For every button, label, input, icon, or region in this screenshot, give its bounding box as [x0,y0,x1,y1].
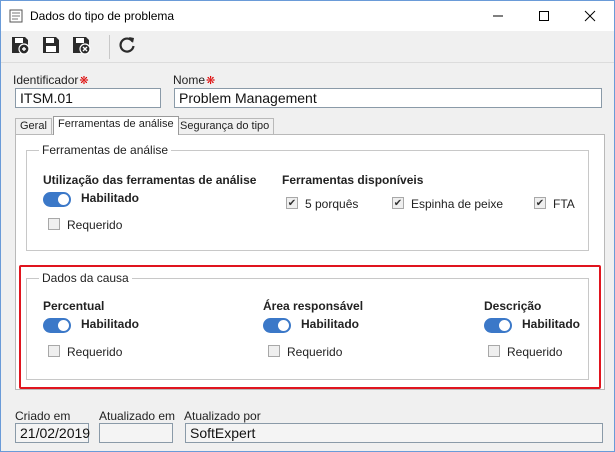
toolbar-separator [109,35,110,59]
minimize-button[interactable] [475,1,521,31]
tool-5-porques-label: 5 porquês [305,197,359,211]
tab-ferramentas-de-analise[interactable]: Ferramentas de análise [53,116,179,135]
identifier-input[interactable]: ITSM.01 [15,88,161,108]
tool-espinha-de-peixe-label: Espinha de peixe [411,197,504,211]
analysis-tools-usage-toggle-label: Habilitado [81,191,140,205]
available-tools-label: Ferramentas disponíveis [282,173,424,187]
created-label: Criado em [15,409,71,423]
updated-value [99,423,173,443]
analysis-tools-usage-toggle[interactable] [43,192,71,207]
dialog-window: Dados do tipo de problema Identificador❋… [0,0,615,452]
tool-fta-checkbox[interactable]: ✔ [534,197,546,209]
analysis-tools-group-title: Ferramentas de análise [39,143,172,157]
tool-espinha-de-peixe-checkbox[interactable]: ✔ [392,197,404,209]
save-and-new-button[interactable] [39,34,63,58]
analysis-tools-usage-label: Utilização das ferramentas de análise [43,173,257,187]
refresh-button[interactable] [115,34,139,58]
tab-geral[interactable]: Geral [15,118,52,135]
window-title: Dados do tipo de problema [30,9,175,23]
close-button[interactable] [567,1,613,31]
maximize-button[interactable] [521,1,567,31]
tab-seguranca-do-tipo[interactable]: Segurança do tipo [175,118,275,135]
analysis-tools-required-checkbox[interactable] [48,218,60,230]
created-value: 21/02/2019 [15,423,90,443]
app-icon [9,9,23,23]
toolbar [1,31,614,63]
tool-5-porques-checkbox[interactable]: ✔ [286,197,298,209]
save-close-icon [71,35,91,58]
save-icon [10,35,30,58]
required-icon: ❋ [206,75,216,87]
floppy-disk-icon [41,35,61,58]
tool-fta-label: FTA [553,197,575,211]
cause-data-highlight-box [19,265,601,389]
save-button[interactable] [8,34,32,58]
save-and-close-button[interactable] [69,34,93,58]
updated-by-value: SoftExpert [185,423,603,443]
identifier-label: Identificador❋ [13,73,89,87]
name-input[interactable]: Problem Management [174,88,602,108]
analysis-tools-required-label: Requerido [67,218,123,232]
analysis-tools-group: Ferramentas de análise Utilização das fe… [26,143,589,251]
updated-label: Atualizado em [99,409,176,423]
refresh-icon [117,35,137,58]
title-bar: Dados do tipo de problema [1,1,614,31]
name-label: Nome❋ [173,73,216,87]
required-icon: ❋ [79,75,89,87]
updated-by-label: Atualizado por [184,409,261,423]
